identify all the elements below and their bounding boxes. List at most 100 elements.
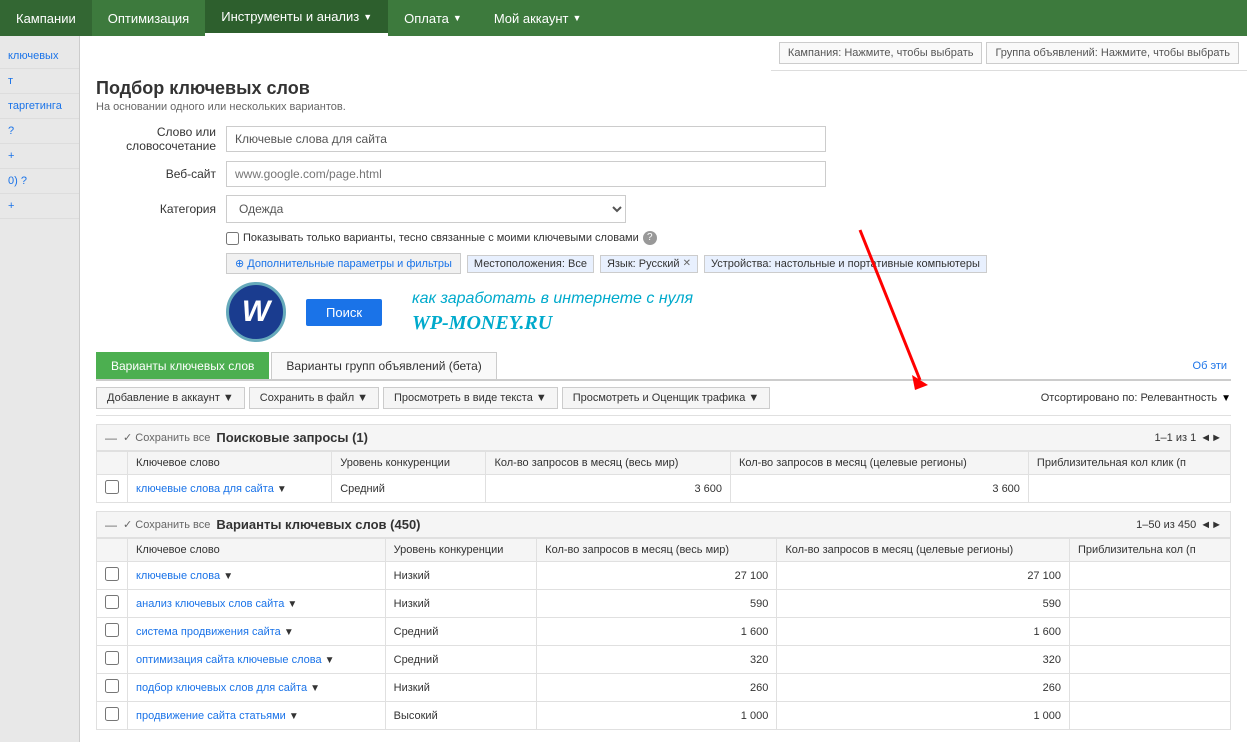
checkbox-help-icon[interactable]: ? xyxy=(643,231,657,245)
estimate-btn-label: Просмотреть и Оценщик трафика xyxy=(573,392,746,404)
sidebar-item-targeting[interactable]: таргетинга xyxy=(0,94,79,119)
language-close-icon[interactable]: ✕ xyxy=(683,258,691,269)
sidebar-item-add2[interactable]: + xyxy=(0,194,79,219)
keyword-arrow-3[interactable]: ▼ xyxy=(325,655,335,666)
save-to-file-button[interactable]: Сохранить в файл ▼ xyxy=(249,387,379,409)
nav-payment[interactable]: Оплата ▼ xyxy=(388,0,478,36)
keyword-arrow[interactable]: ▼ xyxy=(277,484,287,495)
variants-nav-icon[interactable]: ◄► xyxy=(1200,519,1222,531)
search-button[interactable]: Поиск xyxy=(306,299,382,326)
nav-tools-arrow: ▼ xyxy=(363,12,372,22)
variants-save-all[interactable]: ✓ Сохранить все xyxy=(123,518,210,531)
logo-letter: W xyxy=(242,295,270,329)
main-content: Подбор ключевых слов На основании одного… xyxy=(80,36,1247,742)
add-btn-arrow: ▼ xyxy=(223,392,234,404)
search-col-local: Кол-во запросов в месяц (целевые регионы… xyxy=(730,452,1028,475)
sidebar-item-t[interactable]: т xyxy=(0,69,79,94)
variants-row-check[interactable] xyxy=(97,562,128,590)
variants-keyword-link-0[interactable]: ключевые слова xyxy=(136,570,220,582)
nav-tools[interactable]: Инструменты и анализ ▼ xyxy=(205,0,388,36)
campaign-selector[interactable]: Кампания: Нажмите, чтобы выбрать xyxy=(779,42,983,64)
device-tag: Устройства: настольные и портативные ком… xyxy=(704,255,987,273)
website-input[interactable] xyxy=(226,161,826,187)
adgroup-selector[interactable]: Группа объявлений: Нажмите, чтобы выбрат… xyxy=(986,42,1239,64)
location-tag[interactable]: Местоположения: Все xyxy=(467,255,594,273)
search-col-global: Кол-во запросов в месяц (весь мир) xyxy=(486,452,731,475)
variants-col-cpc: Приблизительна кол (п xyxy=(1069,539,1230,562)
search-save-all[interactable]: ✓ Сохранить все xyxy=(123,431,210,444)
keyword-arrow-5[interactable]: ▼ xyxy=(289,711,299,722)
variants-row-check[interactable] xyxy=(97,590,128,618)
keyword-arrow-0[interactable]: ▼ xyxy=(223,571,233,582)
website-row: Веб-сайт xyxy=(96,161,1231,187)
variants-row-check[interactable] xyxy=(97,618,128,646)
preview-btn-arrow: ▼ xyxy=(536,392,547,404)
word-label: Слово илисловосочетание xyxy=(96,125,226,153)
variants-table-row: продвижение сайта статьями ▼ Высокий 1 0… xyxy=(97,702,1231,730)
preview-text-button[interactable]: Просмотреть в виде текста ▼ xyxy=(383,387,558,409)
related-checkbox[interactable] xyxy=(226,232,239,245)
variants-row-checkbox-3[interactable] xyxy=(105,651,119,665)
search-keyword-link[interactable]: ключевые слова для сайта xyxy=(136,483,274,495)
sidebar-item-keywords[interactable]: ключевых xyxy=(0,44,79,69)
sidebar-item-add[interactable]: + xyxy=(0,144,79,169)
about-link[interactable]: Об эти xyxy=(1193,360,1227,372)
variants-row-check[interactable] xyxy=(97,702,128,730)
category-select[interactable]: Одежда xyxy=(226,195,626,223)
search-row-global: 3 600 xyxy=(486,475,731,503)
variants-row-keyword-4: подбор ключевых слов для сайта ▼ xyxy=(128,674,386,702)
variants-row-competition-0: Низкий xyxy=(385,562,537,590)
watermark-text: как заработать в интернете с нуля xyxy=(412,290,693,308)
variants-row-check[interactable] xyxy=(97,674,128,702)
variants-keyword-link-2[interactable]: система продвижения сайта xyxy=(136,626,281,638)
tab-adgroups[interactable]: Варианты групп объявлений (бета) xyxy=(271,352,496,379)
add-to-account-button[interactable]: Добавление в аккаунт ▼ xyxy=(96,387,245,409)
variants-pagination: 1–50 из 450 xyxy=(1136,519,1196,531)
nav-account-arrow: ▼ xyxy=(573,13,582,23)
nav-account[interactable]: Мой аккаунт ▼ xyxy=(478,0,598,36)
tab-keywords[interactable]: Варианты ключевых слов xyxy=(96,352,269,379)
variants-row-checkbox-0[interactable] xyxy=(105,567,119,581)
page-title: Подбор ключевых слов xyxy=(96,78,1231,99)
keyword-arrow-1[interactable]: ▼ xyxy=(287,599,297,610)
sort-arrow[interactable]: ▼ xyxy=(1221,393,1231,404)
variants-row-checkbox-4[interactable] xyxy=(105,679,119,693)
variants-keyword-link-5[interactable]: продвижение сайта статьями xyxy=(136,710,286,722)
variants-row-check[interactable] xyxy=(97,646,128,674)
traffic-estimate-button[interactable]: Просмотреть и Оценщик трафика ▼ xyxy=(562,387,771,409)
variants-row-checkbox-5[interactable] xyxy=(105,707,119,721)
variants-row-cpc-3 xyxy=(1069,646,1230,674)
location-label: Местоположения: Все xyxy=(474,258,587,270)
search-row-checkbox[interactable] xyxy=(105,480,119,494)
search-row-check[interactable] xyxy=(97,475,128,503)
keyword-arrow-2[interactable]: ▼ xyxy=(284,627,294,638)
search-table-row: ключевые слова для сайта ▼ Средний 3 600… xyxy=(97,475,1231,503)
variants-keyword-link-3[interactable]: оптимизация сайта ключевые слова xyxy=(136,654,322,666)
keyword-arrow-4[interactable]: ▼ xyxy=(310,683,320,694)
nav-campaigns[interactable]: Кампании xyxy=(0,0,92,36)
search-queries-title: Поисковые запросы (1) xyxy=(216,430,368,445)
variants-row-keyword-0: ключевые слова ▼ xyxy=(128,562,386,590)
variants-header-row: Ключевое слово Уровень конкуренции Кол-в… xyxy=(97,539,1231,562)
search-collapse-btn[interactable]: — xyxy=(105,431,117,445)
variants-keyword-link-1[interactable]: анализ ключевых слов сайта xyxy=(136,598,284,610)
variants-col-local: Кол-во запросов в месяц (целевые регионы… xyxy=(777,539,1070,562)
sidebar-item-help[interactable]: ? xyxy=(0,119,79,144)
nav-payment-arrow: ▼ xyxy=(453,13,462,23)
variants-keyword-link-4[interactable]: подбор ключевых слов для сайта xyxy=(136,682,307,694)
extra-filters-button[interactable]: ⊕ Дополнительные параметры и фильтры xyxy=(226,253,461,274)
variants-row-competition-1: Низкий xyxy=(385,590,537,618)
variants-row-keyword-3: оптимизация сайта ключевые слова ▼ xyxy=(128,646,386,674)
search-nav-icon[interactable]: ◄► xyxy=(1200,432,1222,444)
filter-btn-label: Дополнительные параметры и фильтры xyxy=(247,258,452,270)
variants-row-checkbox-1[interactable] xyxy=(105,595,119,609)
search-col-check xyxy=(97,452,128,475)
language-tag[interactable]: Язык: Русский ✕ xyxy=(600,255,698,273)
variants-row-checkbox-2[interactable] xyxy=(105,623,119,637)
filter-row: ⊕ Дополнительные параметры и фильтры Мес… xyxy=(226,253,1231,274)
search-row-competition: Средний xyxy=(332,475,486,503)
variants-row-cpc-0 xyxy=(1069,562,1230,590)
variants-collapse-btn[interactable]: — xyxy=(105,518,117,532)
nav-optimization[interactable]: Оптимизация xyxy=(92,0,206,36)
word-input[interactable] xyxy=(226,126,826,152)
